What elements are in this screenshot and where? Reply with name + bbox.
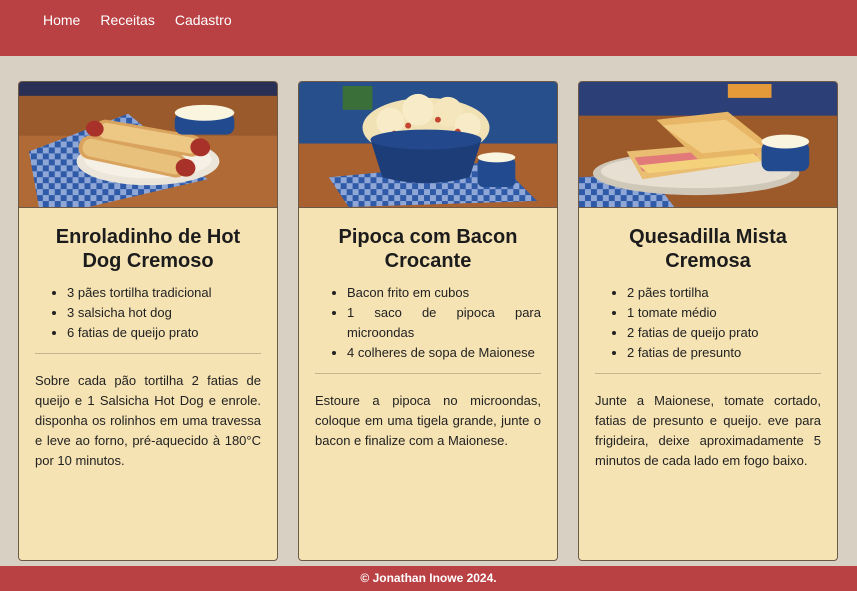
- recipe-title: Pipoca com Bacon Crocante: [338, 226, 518, 272]
- recipe-card-popcorn: Pipoca com Bacon Crocante Bacon frito em…: [298, 81, 558, 561]
- ingredient-item: 2 fatias de queijo prato: [627, 323, 821, 343]
- nav-item-cadastro: Cadastro: [175, 12, 232, 30]
- quesadilla-photo: [579, 82, 837, 208]
- card-body: Pipoca com Bacon Crocante Bacon frito em…: [299, 225, 557, 451]
- footer-copyright: © Jonathan Inowe 2024.: [360, 571, 497, 585]
- recipe-instructions: Sobre cada pão tortilha 2 fatias de quei…: [35, 373, 261, 468]
- recipe-card-hot-dog: Enroladinho de Hot Dog Cremoso 3 pães to…: [18, 81, 278, 561]
- ingredient-item: 3 salsicha hot dog: [67, 303, 261, 323]
- recipe-cards: Enroladinho de Hot Dog Cremoso 3 pães to…: [18, 81, 839, 561]
- ingredient-item: Bacon frito em cubos: [347, 283, 541, 303]
- ingredients-list: 2 pães tortilha 1 tomate médio 2 fatias …: [595, 283, 821, 363]
- divider: [35, 353, 261, 354]
- nav-link-cadastro[interactable]: Cadastro: [175, 12, 232, 28]
- divider: [315, 373, 541, 374]
- recipe-title: Enroladinho de Hot Dog Cremoso: [55, 226, 241, 272]
- ingredients-list: Bacon frito em cubos 1 saco de pipoca pa…: [315, 283, 541, 363]
- nav-menu: Home Receitas Cadastro: [0, 0, 857, 30]
- recipe-instructions: Estoure a pipoca no microondas, coloque …: [315, 393, 541, 448]
- ingredient-item: 2 fatias de presunto: [627, 343, 821, 363]
- card-body: Quesadilla Mista Cremosa 2 pães tortilha…: [579, 225, 837, 471]
- ingredient-item: 2 pães tortilha: [627, 283, 821, 303]
- nav-link-home[interactable]: Home: [43, 12, 80, 28]
- ingredient-item: 6 fatias de queijo prato: [67, 323, 261, 343]
- hot-dog-rolls-photo: [19, 82, 277, 208]
- ingredient-item: 1 saco de pipoca para microondas: [347, 303, 541, 343]
- divider: [595, 373, 821, 374]
- ingredient-item: 1 tomate médio: [627, 303, 821, 323]
- card-body: Enroladinho de Hot Dog Cremoso 3 pães to…: [19, 225, 277, 471]
- recipe-card-quesadilla: Quesadilla Mista Cremosa 2 pães tortilha…: [578, 81, 838, 561]
- ingredient-item: 3 pães tortilha tradicional: [67, 283, 261, 303]
- nav-link-receitas[interactable]: Receitas: [100, 12, 154, 28]
- recipe-title: Quesadilla Mista Cremosa: [629, 226, 787, 272]
- top-navigation: Home Receitas Cadastro: [0, 0, 857, 56]
- page-footer: © Jonathan Inowe 2024.: [0, 566, 857, 591]
- ingredient-item: 4 colheres de sopa de Maionese: [347, 343, 541, 363]
- popcorn-bowl-photo: [299, 82, 557, 208]
- ingredients-list: 3 pães tortilha tradicional 3 salsicha h…: [35, 283, 261, 343]
- nav-item-home: Home: [43, 12, 80, 30]
- nav-item-receitas: Receitas: [100, 12, 154, 30]
- recipe-instructions: Junte a Maionese, tomate cortado, fatias…: [595, 393, 821, 468]
